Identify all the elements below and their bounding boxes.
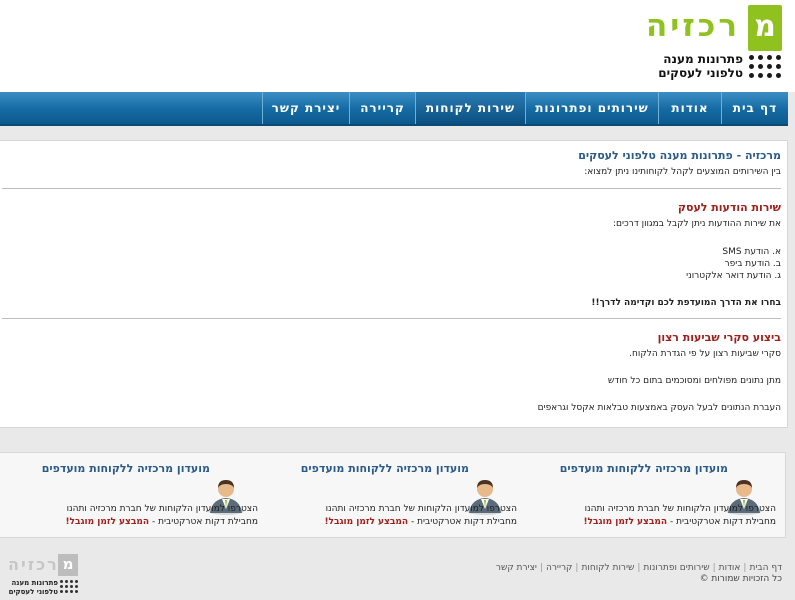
- messages-cta: בחרו את הדרך המועדפת לכם וקדימה לדרך!!: [591, 298, 781, 308]
- nav-item-home[interactable]: דף בית: [721, 92, 788, 124]
- main-content-panel: מרכזיה - פתרונות מענה טלפוני לעסקים בין …: [0, 140, 788, 428]
- footer-links: דף הבית|אודות|שירותים ופתרונות|שירות לקו…: [495, 563, 782, 573]
- club-title[interactable]: מועדון מרכזיה ללקוחות מועדפים: [301, 462, 469, 475]
- nav-item-customer-service[interactable]: שירות לקוחות: [415, 92, 525, 124]
- surveys-line: מתן נתונים מפולחים ומסוכמים בתום כל חודש: [607, 376, 781, 386]
- messages-section-text: את שירות ההודעות ניתן לקבל במגוון דרכים:: [612, 219, 781, 229]
- intro-text: בין השירותים המוצעים לקהל לקוחותינו ניתן…: [584, 167, 781, 177]
- nav-item-contact[interactable]: יצירת קשר: [262, 92, 349, 124]
- club-promo-link[interactable]: המבצע לזמן מוגבל!: [324, 517, 408, 527]
- club-promo-box[interactable]: מועדון מרכזיה ללקוחות מועדפים הצטרפו למו…: [267, 453, 525, 537]
- nav-item-about[interactable]: אודות: [658, 92, 721, 124]
- logo-name[interactable]: רכזיה: [646, 6, 740, 46]
- messages-section-title: שירות הודעות לעסק: [677, 201, 781, 214]
- messages-list-item: ב. הודעת ביפר: [724, 259, 782, 269]
- club-title[interactable]: מועדון מרכזיה ללקוחות מועדפים: [42, 462, 210, 475]
- logo-tagline-line-1: פתרונות מענה: [663, 52, 743, 66]
- club-promo-box[interactable]: מועדון מרכזיה ללקוחות מועדפים הצטרפו למו…: [8, 453, 266, 537]
- club-description: הצטרפו למועדון הלקוחות של חברת מרכזיה ות…: [324, 504, 517, 527]
- surveys-line: העברת הנתונים לבעל העסק באמצעות טבלאות א…: [537, 403, 781, 413]
- footer-logo-letter-box[interactable]: מ: [58, 554, 78, 576]
- surveys-line: סקרי שביעות רצון על פי הגדרת הלקוח.: [629, 349, 781, 359]
- club-promo-link[interactable]: המבצע לזמן מוגבל!: [65, 517, 149, 527]
- footer-link-services[interactable]: שירותים ופתרונות: [643, 563, 709, 573]
- logo-tagline-line-2: טלפוני לעסקים: [658, 66, 743, 80]
- messages-list-item: א. הודעת SMS: [722, 247, 781, 257]
- club-promo-link[interactable]: המבצע לזמן מוגבל!: [583, 517, 667, 527]
- footer-logo-name[interactable]: רכזיה: [8, 554, 59, 576]
- site-header: מ רכזיה פתרונות מענה טלפוני לעסקים: [0, 0, 795, 92]
- footer-link-careers[interactable]: קריירה: [546, 563, 572, 573]
- footer-keypad-dots-icon: [60, 580, 80, 595]
- club-promo-strip: מועדון מרכזיה ללקוחות מועדפים הצטרפו למו…: [0, 452, 786, 538]
- nav-item-services[interactable]: שירותים ופתרונות: [525, 92, 658, 124]
- club-promo-box[interactable]: מועדון מרכזיה ללקוחות מועדפים הצטרפו למו…: [526, 453, 784, 537]
- footer-link-about[interactable]: אודות: [719, 563, 741, 573]
- club-description: הצטרפו למועדון הלקוחות של חברת מרכזיה ות…: [583, 504, 776, 527]
- messages-list-item: ג. הודעת דואר אלקטרוני: [686, 271, 781, 281]
- footer-link-contact[interactable]: יצירת קשר: [496, 563, 537, 573]
- keypad-dots-icon: [749, 55, 781, 81]
- footer-link-customer-service[interactable]: שירות לקוחות: [581, 563, 634, 573]
- divider: [2, 188, 781, 189]
- footer-link-home[interactable]: דף הבית: [749, 563, 782, 573]
- club-description: הצטרפו למועדון הלקוחות של חברת מרכזיה ות…: [65, 504, 258, 527]
- main-nav-bar: דף בית אודות שירותים ופתרונות שירות לקוח…: [0, 92, 788, 126]
- footer-logo-tagline-line-1: פתרונות מענה: [11, 579, 58, 587]
- club-title[interactable]: מועדון מרכזיה ללקוחות מועדפים: [560, 462, 728, 475]
- nav-item-careers[interactable]: קריירה: [349, 92, 415, 124]
- surveys-section-title: ביצוע סקרי שביעות רצון: [657, 331, 781, 344]
- footer-logo-tagline-line-2: טלפוני לעסקים: [8, 588, 58, 596]
- copyright-text: כל הזכויות שמורות ©: [699, 574, 782, 584]
- intro-title: מרכזיה - פתרונות מענה טלפוני לעסקים: [578, 149, 781, 162]
- logo-letter-box[interactable]: מ: [748, 5, 782, 51]
- divider: [2, 318, 781, 319]
